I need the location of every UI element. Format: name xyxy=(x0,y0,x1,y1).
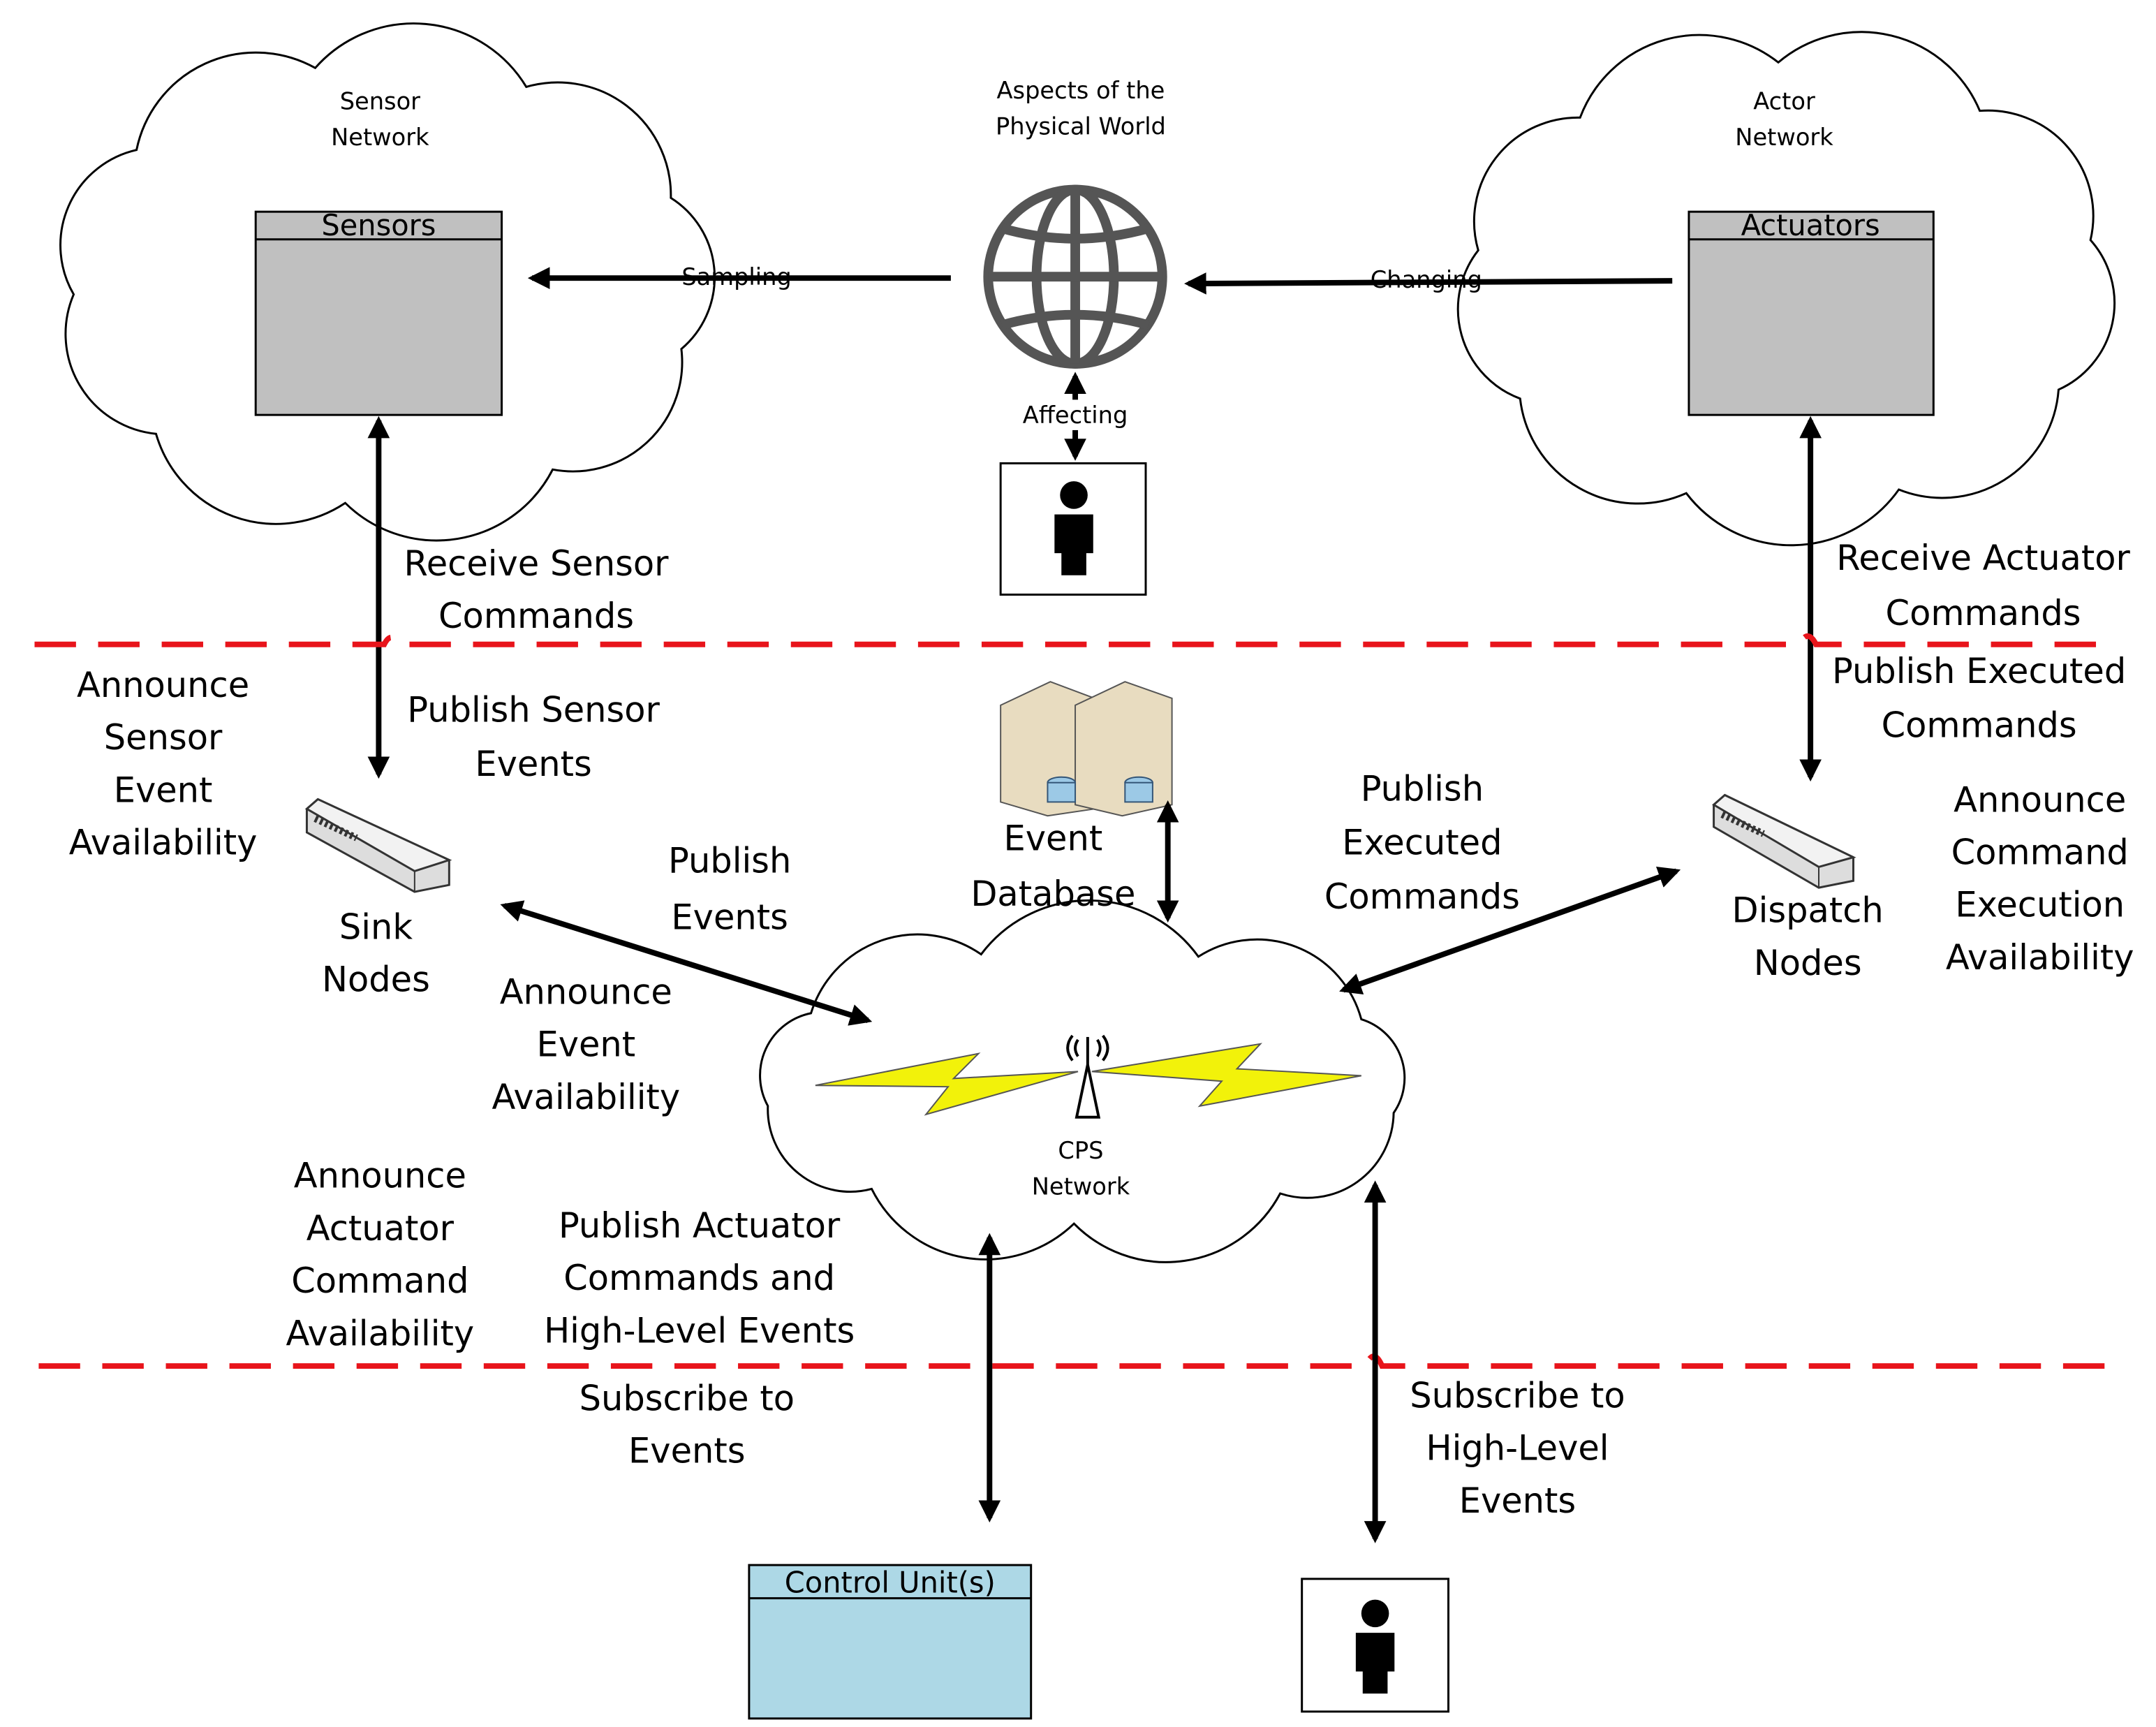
control-units-box: Control Unit(s) xyxy=(748,1564,1033,1720)
sink-nodes-label: Sink xyxy=(339,906,413,947)
publish-executed-commands-label: Executed xyxy=(1342,823,1502,863)
publish-actuator-commands-label: Publish Actuator xyxy=(559,1205,841,1246)
actuators-title: Actuators xyxy=(1741,208,1880,242)
publish-actuator-commands-label: High-Level Events xyxy=(544,1310,855,1351)
control-units-title: Control Unit(s) xyxy=(785,1566,996,1600)
globe-icon xyxy=(983,184,1167,369)
announce-command-execution-label: Availability xyxy=(1946,937,2134,978)
announce-command-execution-label: Announce xyxy=(1954,779,2126,820)
publish-executed-commands-label: Commands xyxy=(1324,876,1520,917)
announce-command-execution-label: Execution xyxy=(1955,885,2125,925)
announce-sensor-event-label: Event xyxy=(114,770,213,810)
receive-sensor-commands-label: Commands xyxy=(438,596,634,636)
cps-network-label: CPS xyxy=(1058,1137,1103,1164)
actor-network-label: Network xyxy=(1735,124,1833,151)
sensors-box: Sensors xyxy=(254,208,503,416)
actor-network-label: Actor xyxy=(1753,88,1815,115)
human-operator-box xyxy=(999,462,1147,596)
receive-sensor-commands-label: Receive Sensor xyxy=(404,543,670,584)
dispatch-nodes-label: Nodes xyxy=(1754,943,1862,983)
publish-executed-commands-top-label: Commands xyxy=(1882,705,2077,745)
subscribe-high-level-label: High-Level xyxy=(1426,1428,1609,1469)
changing-label: Changing xyxy=(1371,266,1482,293)
event-database-label: Event xyxy=(1004,818,1103,859)
announce-sensor-event-label: Sensor xyxy=(104,717,223,758)
cps-architecture-diagram: Sensor Network Actor Network Sensors Act… xyxy=(0,0,2156,1727)
announce-event-label: Event xyxy=(536,1024,635,1065)
publish-events-label: Events xyxy=(671,897,788,938)
dispatch-nodes-label: Dispatch xyxy=(1732,890,1884,931)
subscribe-high-level-label: Subscribe to xyxy=(1410,1375,1625,1416)
announce-actuator-command-label: Actuator xyxy=(307,1208,455,1249)
subscribe-events-label: Subscribe to xyxy=(579,1378,795,1418)
publish-executed-commands-label: Publish xyxy=(1361,768,1484,809)
announce-sensor-event-label: Availability xyxy=(69,823,258,863)
announce-command-execution-label: Command xyxy=(1951,832,2129,872)
sensor-network-label: Network xyxy=(331,124,429,151)
announce-actuator-command-label: Command xyxy=(291,1261,468,1301)
announce-event-label: Announce xyxy=(500,971,672,1012)
announce-event-label: Availability xyxy=(492,1077,680,1117)
publish-sensor-events-label: Events xyxy=(475,744,592,784)
subscribe-events-label: Events xyxy=(628,1431,745,1471)
announce-actuator-command-label: Availability xyxy=(286,1313,475,1353)
dispatch-node-device xyxy=(1712,793,1856,889)
high-level-user-box xyxy=(1301,1578,1449,1713)
diagram-canvas: Sensor Network Actor Network Sensors Act… xyxy=(34,22,2134,1720)
affecting-label: Affecting xyxy=(1023,402,1128,429)
sensors-title: Sensors xyxy=(321,208,436,242)
receive-actuator-commands-label: Commands xyxy=(1886,593,2081,633)
publish-actuator-commands-label: Commands and xyxy=(563,1258,835,1298)
physical-world-label: Physical World xyxy=(996,112,1166,140)
sampling-label: Sampling xyxy=(681,263,791,291)
event-database-label: Database xyxy=(970,874,1135,914)
sensor-network-label: Sensor xyxy=(340,88,420,115)
subscribe-high-level-label: Events xyxy=(1459,1480,1577,1521)
receive-actuator-commands-label: Receive Actuator xyxy=(1836,538,2130,578)
publish-events-label: Publish xyxy=(668,840,791,881)
zone-divider-top xyxy=(34,633,2115,647)
publish-sensor-events-label: Publish Sensor xyxy=(407,690,660,730)
event-database-servers-icon xyxy=(1000,681,1173,817)
sink-nodes-label: Nodes xyxy=(322,960,430,1000)
announce-sensor-event-label: Announce xyxy=(77,665,249,705)
cps-network-label: Network xyxy=(1032,1173,1130,1200)
announce-actuator-command-label: Announce xyxy=(294,1156,466,1196)
physical-world-label: Aspects of the xyxy=(997,77,1165,104)
publish-executed-commands-top-label: Publish Executed xyxy=(1832,651,2126,691)
zone-divider-bottom xyxy=(38,1353,2115,1369)
actuators-box: Actuators xyxy=(1688,208,1935,416)
sink-node-device xyxy=(304,798,452,893)
